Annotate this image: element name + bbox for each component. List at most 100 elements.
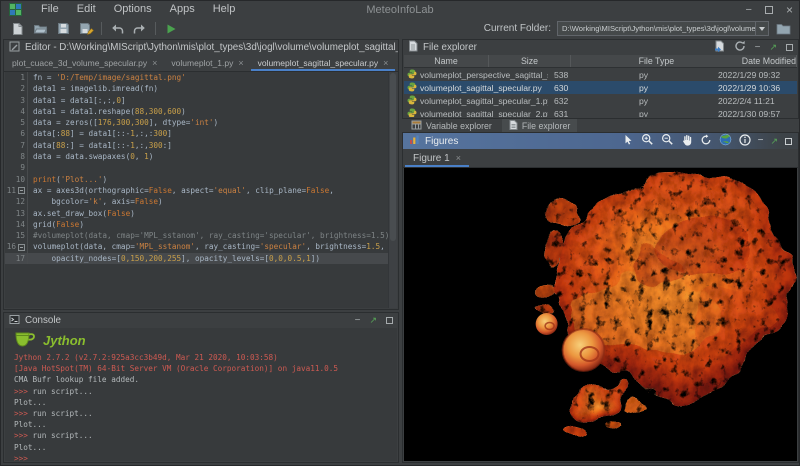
console-output[interactable]: Jython Jython 2.7.2 (v2.7.2:925a3cc3b49d… bbox=[5, 328, 397, 461]
close-icon[interactable]: × bbox=[383, 58, 388, 68]
float-panel-icon[interactable]: ↗ bbox=[369, 316, 377, 325]
current-folder-combobox[interactable]: D:\Working\MIScript\Jython\mis\plot_type… bbox=[557, 21, 769, 36]
close-icon[interactable]: × bbox=[152, 58, 157, 68]
line-number: 15 bbox=[16, 230, 25, 241]
minimize-panel-icon[interactable]: − bbox=[355, 316, 361, 326]
token: , ray_casting= bbox=[195, 242, 260, 251]
code-line[interactable]: 6 data[:88] = data1[::-1,:,:300] bbox=[5, 128, 397, 139]
menu-item[interactable]: Help bbox=[204, 1, 245, 18]
column-header[interactable]: Date Modified bbox=[742, 55, 797, 67]
figure-canvas-3d-volume[interactable] bbox=[404, 168, 797, 461]
menu-item[interactable]: File bbox=[32, 1, 68, 18]
chevron-down-icon[interactable] bbox=[755, 22, 768, 35]
window-close-button[interactable]: × bbox=[786, 3, 793, 17]
new-file-button[interactable] bbox=[9, 21, 25, 37]
info-icon[interactable] bbox=[739, 134, 751, 149]
maximize-panel-icon[interactable] bbox=[386, 317, 393, 324]
code-line[interactable]: 7 data[88:] = data1[::-1,:,300:] bbox=[5, 140, 397, 151]
window-minimize-button[interactable]: − bbox=[746, 4, 752, 16]
code-line[interactable]: 12 bgcolor='k', axis=False) bbox=[5, 196, 397, 207]
file-row[interactable]: volumeplot_sagittal_specular_2.py 631 py… bbox=[404, 107, 797, 117]
cursor-tool-icon[interactable] bbox=[622, 134, 634, 149]
editor-tabbar: plot_cuace_3d_volume_specular.py × volum… bbox=[4, 55, 398, 72]
current-folder-value[interactable]: D:\Working\MIScript\Jython\mis\plot_type… bbox=[558, 22, 755, 35]
gutter: 13 bbox=[5, 208, 28, 219]
maximize-panel-icon[interactable] bbox=[785, 138, 792, 145]
figure-tab[interactable]: Figure 1 × bbox=[403, 149, 471, 167]
file-row[interactable]: volumeplot_sagittal_specular_1.py 632 py… bbox=[404, 94, 797, 107]
float-panel-icon[interactable]: ↗ bbox=[770, 137, 778, 146]
file-name: volumeplot_sagittal_specular.py bbox=[420, 83, 542, 93]
open-script-icon[interactable] bbox=[714, 40, 725, 55]
tab-variable-explorer[interactable]: Variable explorer bbox=[404, 119, 499, 132]
code-fold-icon[interactable] bbox=[18, 244, 25, 251]
file-explorer-icon bbox=[408, 40, 418, 55]
save-as-button[interactable] bbox=[78, 21, 94, 37]
code-line[interactable]: 5 data = zeros([176,300,300], dtype='int… bbox=[5, 117, 397, 128]
close-icon[interactable]: × bbox=[238, 58, 243, 68]
file-row[interactable]: volumeplot_perspective_sagittal_sp... 53… bbox=[404, 68, 797, 81]
code-line[interactable]: 1 fn = 'D:/Temp/image/sagittal.png' bbox=[5, 72, 397, 83]
menu-item[interactable]: Options bbox=[105, 1, 161, 18]
file-date: 2022/2/4 11:21 bbox=[715, 96, 797, 106]
editor-tab[interactable]: volumeplot_sagittal_specular.py × bbox=[251, 55, 396, 71]
globe-icon[interactable] bbox=[719, 133, 732, 149]
code-line[interactable]: 9 bbox=[5, 162, 397, 173]
code-line[interactable]: 8 data = data.swapaxes(0, 1) bbox=[5, 151, 397, 162]
token: 0,0,0.5,1 bbox=[269, 254, 311, 263]
code-line[interactable]: 14 grid(False) bbox=[5, 219, 397, 230]
code-text bbox=[28, 162, 397, 173]
float-panel-icon[interactable]: ↗ bbox=[769, 43, 777, 52]
column-header[interactable]: File Type bbox=[571, 55, 742, 67]
editor-scrollbar[interactable] bbox=[388, 72, 397, 308]
figures-toolbar: − ↗ bbox=[622, 133, 792, 149]
code-line[interactable]: 11 ax = axes3d(orthographic=False, aspec… bbox=[5, 185, 397, 196]
scrollbar-thumb[interactable] bbox=[390, 73, 396, 241]
code-text: print('Plot...') bbox=[28, 174, 397, 185]
code-text: volumeplot(data, cmap='MPL_sstanom', ray… bbox=[28, 241, 397, 252]
token: ax.set_draw_box( bbox=[33, 209, 107, 218]
pan-hand-icon[interactable] bbox=[681, 134, 693, 149]
token: Jython 2.7.2 (v2.7.2:925a3cc3b49d, Mar 2… bbox=[14, 353, 278, 362]
menu-item[interactable]: Edit bbox=[68, 1, 105, 18]
column-header[interactable]: Name bbox=[404, 55, 489, 67]
rotate-tool-icon[interactable] bbox=[700, 134, 712, 149]
code-line[interactable]: 17 opacity_nodes=[0,150,200,255], opacit… bbox=[5, 253, 397, 264]
code-line[interactable]: 13 ax.set_draw_box(False) bbox=[5, 208, 397, 219]
redo-button[interactable] bbox=[132, 21, 148, 37]
undo-button[interactable] bbox=[109, 21, 125, 37]
editor-tab[interactable]: plot_cuace_3d_volume_specular.py × bbox=[5, 55, 164, 71]
code-line[interactable]: 16 volumeplot(data, cmap='MPL_sstanom', … bbox=[5, 241, 397, 252]
file-row[interactable]: volumeplot_sagittal_specular.py 630 py 2… bbox=[404, 81, 797, 94]
close-icon[interactable]: × bbox=[456, 153, 461, 163]
token: ) bbox=[79, 220, 84, 229]
editor-tab[interactable]: volumeplot_1.py × bbox=[164, 55, 250, 71]
token: ], dtype= bbox=[149, 118, 191, 127]
window-maximize-button[interactable] bbox=[765, 6, 773, 14]
minimize-panel-icon[interactable]: − bbox=[758, 136, 764, 146]
token: 88 bbox=[61, 129, 70, 138]
maximize-panel-icon[interactable] bbox=[786, 44, 793, 51]
save-button[interactable] bbox=[55, 21, 71, 37]
code-text: data = zeros([176,300,300], dtype='int') bbox=[28, 117, 397, 128]
browse-folder-button[interactable] bbox=[775, 21, 791, 37]
code-editor[interactable]: 1 fn = 'D:/Temp/image/sagittal.png' 2 da… bbox=[5, 72, 397, 308]
refresh-icon[interactable] bbox=[734, 40, 746, 55]
tab-file-explorer[interactable]: File explorer bbox=[502, 119, 577, 132]
code-line[interactable]: 10 print('Plot...') bbox=[5, 174, 397, 185]
code-fold-icon[interactable] bbox=[18, 187, 25, 194]
file-type: py bbox=[633, 109, 715, 118]
zoom-in-icon[interactable] bbox=[641, 133, 654, 149]
code-line[interactable]: 2 data1 = imagelib.imread(fn) bbox=[5, 83, 397, 94]
column-header[interactable]: Size bbox=[489, 55, 571, 67]
gutter: 2 bbox=[5, 83, 28, 94]
run-script-button[interactable] bbox=[163, 21, 179, 37]
gutter: 3 bbox=[5, 95, 28, 106]
code-line[interactable]: 3 data1 = data1[:,:,0] bbox=[5, 95, 397, 106]
minimize-panel-icon[interactable]: − bbox=[755, 43, 761, 53]
open-file-button[interactable] bbox=[32, 21, 48, 37]
zoom-out-icon[interactable] bbox=[661, 133, 674, 149]
code-line[interactable]: 15 #volumeplot(data, cmap='MPL_sstanom',… bbox=[5, 230, 397, 241]
code-line[interactable]: 4 data1 = data1.reshape(88,300,600) bbox=[5, 106, 397, 117]
menu-item[interactable]: Apps bbox=[161, 1, 204, 18]
